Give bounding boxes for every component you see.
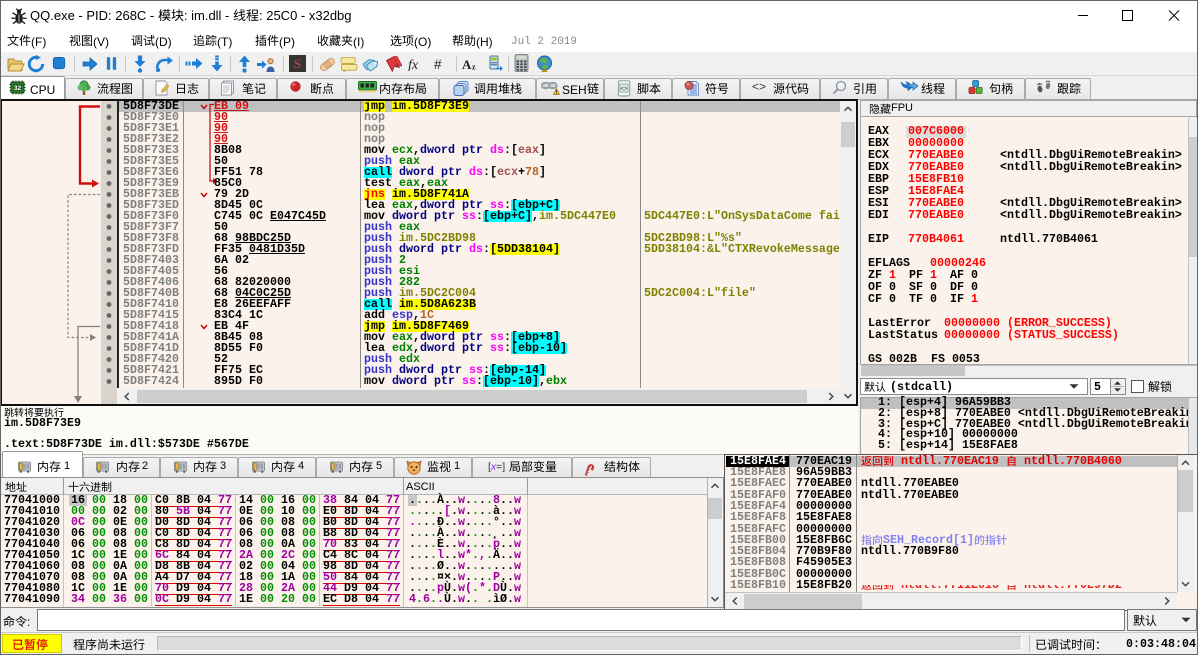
svg-text:[x=]: [x=]	[488, 461, 505, 472]
svg-text:!: !	[556, 90, 558, 95]
svg-text:#: #	[434, 57, 442, 71]
svg-text:<>: <>	[752, 80, 766, 92]
svg-text:<>: <>	[620, 87, 628, 93]
svg-text:S: S	[294, 56, 301, 71]
svg-text:32: 32	[14, 85, 22, 92]
svg-text:A: A	[462, 58, 472, 71]
svg-text:fx: fx	[408, 58, 419, 71]
svg-text:z: z	[472, 63, 476, 72]
